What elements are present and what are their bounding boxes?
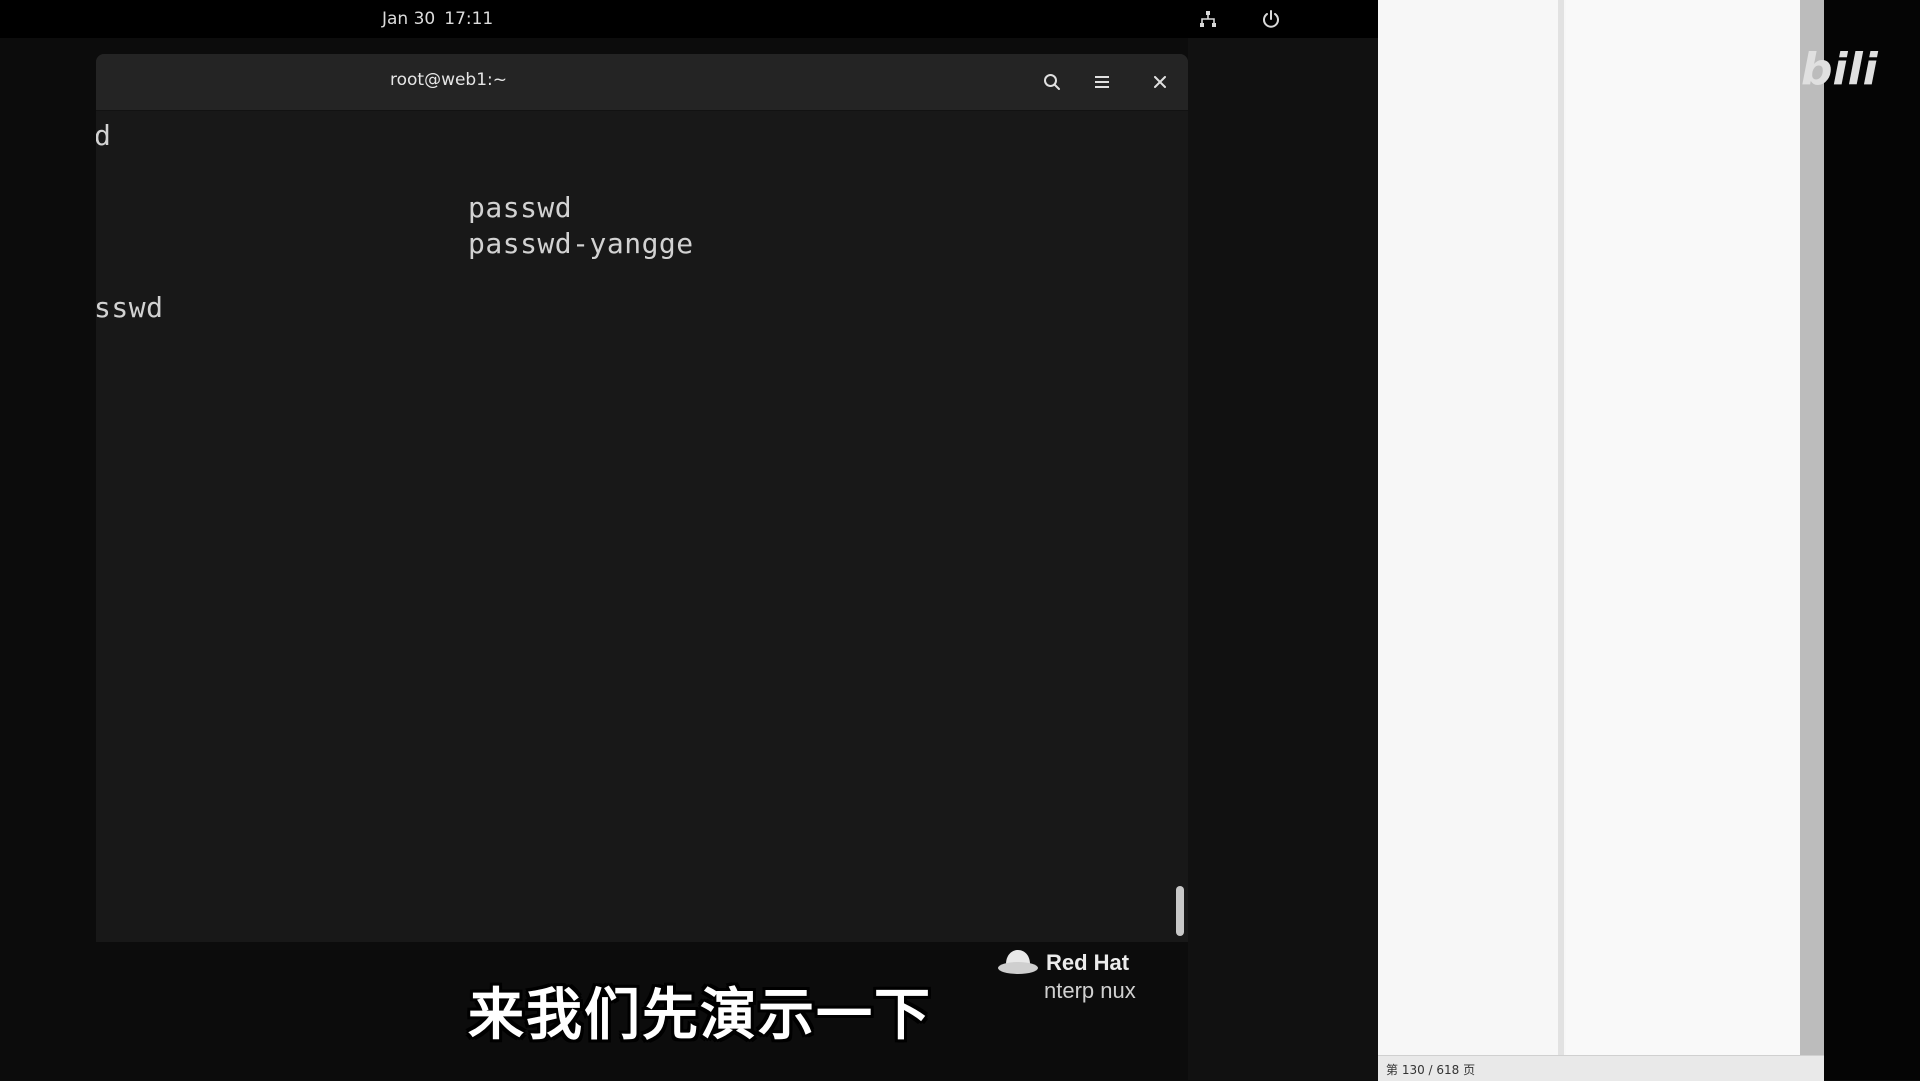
- bilibili-logo-icon: bili: [1801, 44, 1879, 95]
- terminal-output[interactable]: d passwd passwd-yangge sswd: [96, 111, 1188, 942]
- terminal-window[interactable]: root@web1:~ d passwd passwd-yangge sswd: [96, 54, 1188, 942]
- document-viewer[interactable]: 第 130 / 618 页: [1378, 0, 1824, 1081]
- close-icon[interactable]: [1145, 67, 1175, 97]
- terminal-line: passwd-yangge: [468, 227, 694, 260]
- document-page-divider: [1558, 0, 1564, 1055]
- document-page-left: [1378, 0, 1568, 1055]
- terminal-line: passwd: [468, 191, 573, 224]
- page-counter: 第 130 / 618 页: [1386, 1063, 1476, 1077]
- network-icon[interactable]: [1195, 6, 1221, 32]
- date-label: Jan 30: [382, 9, 436, 29]
- document-page-right: [1566, 0, 1806, 1055]
- subtitle-text: 来我们先演示一下: [468, 983, 932, 1048]
- time-label: 17:11: [444, 9, 494, 29]
- terminal-scrollbar[interactable]: [1176, 886, 1184, 936]
- terminal-line: sswd: [96, 291, 164, 324]
- terminal-title: root@web1:~: [389, 70, 508, 90]
- bilibili-watermark: bili: [1797, 36, 1887, 96]
- power-icon[interactable]: [1258, 6, 1284, 32]
- clock[interactable]: Jan 30 17:11: [382, 9, 493, 29]
- top-bar: Jan 30 17:11: [0, 0, 1380, 38]
- menu-icon[interactable]: [1087, 67, 1117, 97]
- svg-text:bili: bili: [1801, 44, 1879, 95]
- desktop-background-strip: [1188, 38, 1378, 1080]
- document-status-bar: 第 130 / 618 页: [1378, 1055, 1824, 1081]
- terminal-line: d: [96, 119, 112, 152]
- terminal-header-bar[interactable]: root@web1:~: [96, 54, 1188, 111]
- search-icon[interactable]: [1037, 67, 1067, 97]
- document-edge-strip: [1800, 0, 1824, 1055]
- screen-edge: [1824, 0, 1920, 1080]
